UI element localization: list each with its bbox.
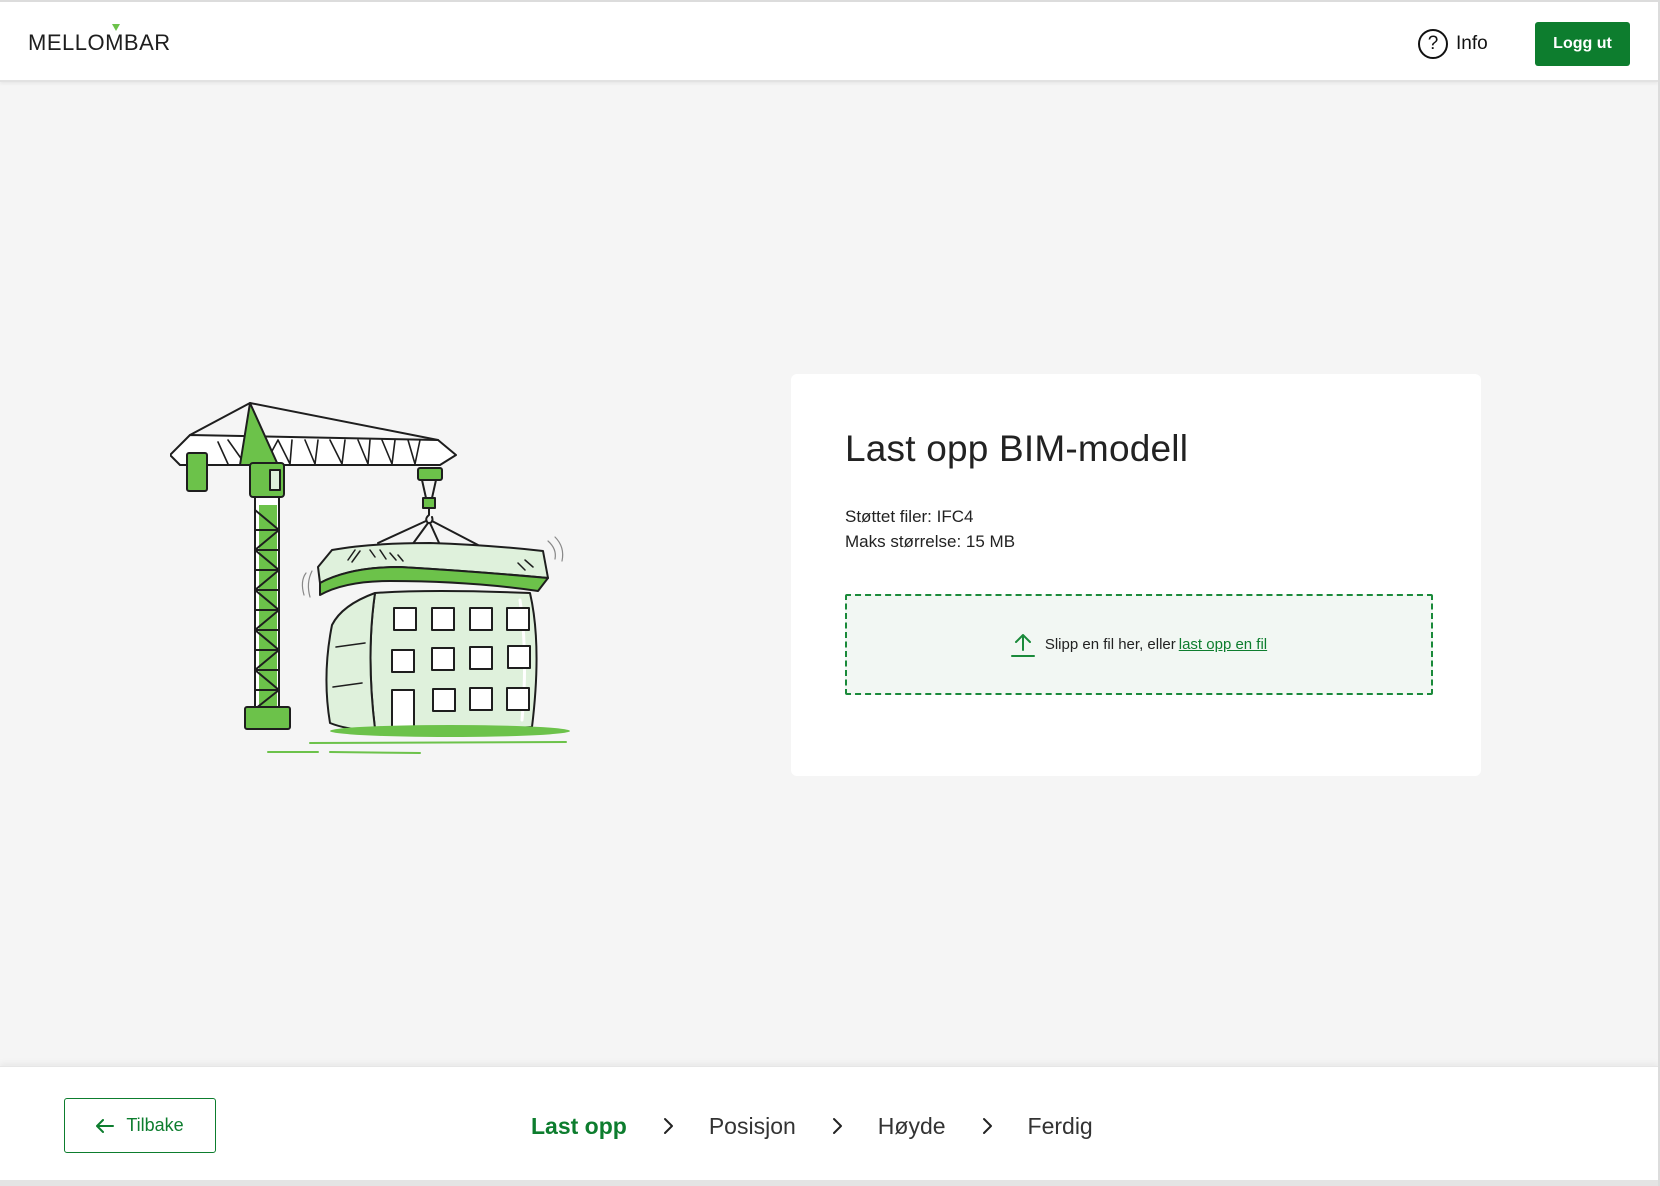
top-header: MELLOMBAR ? Info Logg ut xyxy=(0,2,1658,82)
supported-files-text: Støttet filer: IFC4 xyxy=(845,507,974,526)
wizard-steps: Last opp Posisjon Høyde Ferdig xyxy=(531,1109,1093,1143)
chevron-right-icon xyxy=(982,1118,992,1134)
crane-illustration-svg xyxy=(169,402,570,754)
upload-card: Last opp BIM-modell Støttet filer: IFC4 … xyxy=(791,374,1481,776)
upload-file-link[interactable]: last opp en fil xyxy=(1179,636,1267,653)
app-frame: MELLOMBAR ? Info Logg ut Last opp BIM-mo… xyxy=(0,0,1660,1186)
back-button[interactable]: Tilbake xyxy=(64,1098,216,1153)
step-ferdig[interactable]: Ferdig xyxy=(1028,1113,1093,1140)
max-size-text: Maks størrelse: 15 MB xyxy=(845,532,1016,551)
dropzone-text: Slipp en fil her, eller xyxy=(1044,635,1176,653)
step-last-opp[interactable]: Last opp xyxy=(531,1113,627,1140)
chevron-right-icon xyxy=(832,1118,842,1134)
file-requirements: Støttet filer: IFC4 Maks størrelse: 15 M… xyxy=(845,504,1015,554)
question-circle-icon: ? xyxy=(1418,29,1448,59)
back-button-label: Tilbake xyxy=(126,1115,184,1135)
upload-icon xyxy=(1010,633,1035,657)
info-label: Info xyxy=(1456,33,1488,54)
bottom-navigation: Tilbake Last opp Posisjon Høyde Ferdig xyxy=(0,1066,1658,1180)
page-title: Last opp BIM-modell xyxy=(845,428,1189,469)
file-dropzone[interactable]: Slipp en fil her, eller last opp en fil xyxy=(845,594,1433,695)
logout-button[interactable]: Logg ut xyxy=(1535,22,1630,66)
info-link[interactable]: ? Info xyxy=(1418,28,1488,60)
crane-building-illustration xyxy=(169,395,580,760)
step-hoyde[interactable]: Høyde xyxy=(878,1113,946,1140)
arrow-left-icon xyxy=(96,1118,115,1133)
chevron-right-icon xyxy=(663,1118,673,1134)
step-posisjon[interactable]: Posisjon xyxy=(709,1113,796,1140)
logo[interactable]: MELLOMBAR xyxy=(28,30,171,56)
logo-accent-mark xyxy=(112,24,120,31)
footer-bottom-edge xyxy=(0,1180,1660,1186)
